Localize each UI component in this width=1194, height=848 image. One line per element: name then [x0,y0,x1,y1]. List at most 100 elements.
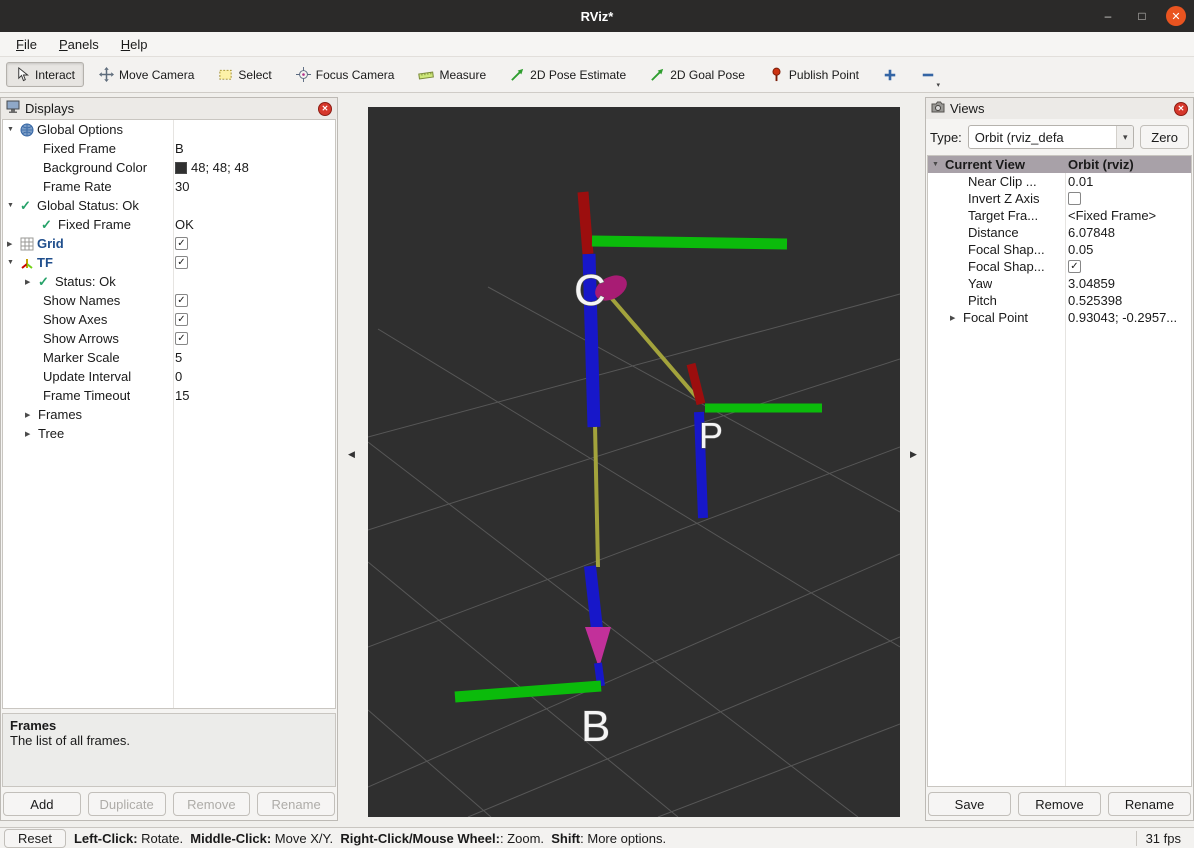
displays-row-show-names[interactable]: Show Names✓ [3,291,335,310]
displays-panel: Displays ✕ ▼Global OptionsFixed FrameBBa… [0,97,338,821]
checkbox-unchecked-icon[interactable] [1068,192,1081,205]
property-name: Marker Scale [43,350,120,365]
property-name: Frames [38,407,82,422]
property-value: ✓ [175,234,188,253]
property-value-text: <Fixed Frame> [1068,208,1156,223]
views-save-button[interactable]: Save [928,792,1011,816]
displays-row-tree[interactable]: ▶Tree [3,424,335,443]
tool-interact[interactable]: Interact [6,62,84,87]
displays-row-status-ok[interactable]: ▶✓Status: Ok [3,272,335,291]
displays-row-show-axes[interactable]: Show Axes ✓ [3,310,335,329]
status-help-segment: Left-Click: [74,831,138,846]
expander-closed-icon[interactable]: ▶ [25,278,38,286]
3d-viewport[interactable]: C P B [368,107,900,817]
expander-closed-icon[interactable]: ▶ [25,411,38,419]
displays-duplicate-button[interactable]: Duplicate [88,792,166,816]
expander-closed-icon[interactable]: ▶ [950,314,963,322]
3d-scene[interactable]: C P B [368,107,900,817]
displays-row-background-color[interactable]: Background Color48; 48; 48 [3,158,335,177]
tool-select[interactable]: Select [209,62,280,87]
property-value-text: 5 [175,350,182,365]
checkbox-checked-icon[interactable]: ✓ [175,256,188,269]
checkbox-checked-icon[interactable]: ✓ [175,237,188,250]
views-row-current-view[interactable]: ▼Current ViewOrbit (rviz) [928,156,1191,173]
property-name: Focal Shap... [968,242,1045,257]
property-name: Show Arrows [43,331,119,346]
views-row-focal-shap[interactable]: Focal Shap... 0.05 [928,241,1191,258]
displays-row-fixed-frame[interactable]: ✓Fixed FrameOK [3,215,335,234]
views-remove-button[interactable]: Remove [1018,792,1101,816]
views-row-invert-z-axis[interactable]: Invert Z Axis [928,190,1191,207]
property-name: Pitch [968,293,997,308]
displays-rename-button[interactable]: Rename [257,792,335,816]
checkbox-checked-icon[interactable]: ✓ [175,313,188,326]
displays-row-marker-scale[interactable]: Marker Scale 5 [3,348,335,367]
tool-measure[interactable]: Measure [409,63,495,87]
add-tool-button[interactable] [874,63,906,87]
grid-icon [20,237,37,251]
globe-icon [20,123,37,137]
frame-label-c: C [574,266,606,315]
collapse-views-panel-icon[interactable]: ▶ [910,449,917,460]
views-rename-button[interactable]: Rename [1108,792,1191,816]
tool-move-camera[interactable]: Move Camera [90,62,203,87]
expander-open-icon[interactable]: ▼ [7,126,20,133]
displays-row-fixed-frame[interactable]: Fixed FrameB [3,139,335,158]
views-row-pitch[interactable]: Pitch0.525398 [928,292,1191,309]
reset-button[interactable]: Reset [4,829,66,848]
views-row-target-fra[interactable]: Target Fra...<Fixed Frame> [928,207,1191,224]
minimize-button[interactable]: – [1098,6,1118,26]
left-splitter[interactable]: ◀ [338,93,368,827]
tool-label: 2D Goal Pose [670,68,745,82]
displays-row-tf[interactable]: ▼TF✓ [3,253,335,272]
views-close-button[interactable]: ✕ [1174,102,1188,116]
property-value: 0.05 [1068,241,1093,258]
tool-label: Focus Camera [316,68,395,82]
expander-open-icon[interactable]: ▼ [7,202,20,209]
zero-button[interactable]: Zero [1140,125,1189,149]
menu-panels[interactable]: Panels [49,35,109,54]
rviz-window: RViz* – □ ✕ FilePanelsHelp InteractMove … [0,0,1194,848]
displays-row-show-arrows[interactable]: Show Arrows ✓ [3,329,335,348]
expander-closed-icon[interactable]: ▶ [25,430,38,438]
view-type-dropdown[interactable]: Orbit (rviz_defa ▾ [968,125,1134,149]
expander-closed-icon[interactable]: ▶ [7,240,20,248]
views-row-near-clip[interactable]: Near Clip ...0.01 [928,173,1191,190]
displays-row-frame-timeout[interactable]: Frame Timeout15 [3,386,335,405]
displays-row-global-status-ok[interactable]: ▼✓Global Status: Ok [3,196,335,215]
menu-file[interactable]: File [6,35,47,54]
close-button[interactable]: ✕ [1166,6,1186,26]
displays-remove-button[interactable]: Remove [173,792,251,816]
property-value: 0.93043; -0.2957... [1068,309,1177,326]
property-name: Show Axes [43,312,107,327]
displays-row-global-options[interactable]: ▼Global Options [3,120,335,139]
displays-row-update-interval[interactable]: Update Interval0 [3,367,335,386]
collapse-displays-panel-icon[interactable]: ◀ [348,449,355,460]
views-row-focal-point[interactable]: ▶Focal Point0.93043; -0.2957... [928,309,1191,326]
maximize-button[interactable]: □ [1132,6,1152,26]
right-splitter[interactable]: ▶ [900,93,925,827]
displays-row-frame-rate[interactable]: Frame Rate30 [3,177,335,196]
menu-help[interactable]: Help [111,35,158,54]
remove-tool-button[interactable]: ▾ [912,63,944,87]
tool-focus-camera[interactable]: Focus Camera [287,62,404,87]
checkbox-checked-icon[interactable]: ✓ [175,332,188,345]
property-value: ✓ [175,291,188,310]
chevron-down-icon[interactable]: ▾ [936,81,940,89]
displays-close-button[interactable]: ✕ [318,102,332,116]
tool-2d-pose-estimate[interactable]: 2D Pose Estimate [501,62,635,87]
displays-add-button[interactable]: Add [3,792,81,816]
tool-publish-point[interactable]: Publish Point [760,62,868,87]
expander-open-icon[interactable]: ▼ [932,161,945,168]
tool-2d-goal-pose[interactable]: 2D Goal Pose [641,62,754,87]
views-row-distance[interactable]: Distance6.07848 [928,224,1191,241]
displays-row-frames[interactable]: ▶Frames [3,405,335,424]
views-row-focal-shap[interactable]: Focal Shap...✓ [928,258,1191,275]
views-panel-title: Views [950,101,1169,116]
checkbox-checked-icon[interactable]: ✓ [1068,260,1081,273]
views-row-yaw[interactable]: Yaw3.04859 [928,275,1191,292]
checkbox-checked-icon[interactable]: ✓ [175,294,188,307]
expander-open-icon[interactable]: ▼ [7,259,20,266]
displays-row-grid[interactable]: ▶Grid✓ [3,234,335,253]
status-help-text: Left-Click: Rotate. Middle-Click: Move X… [74,831,1128,846]
